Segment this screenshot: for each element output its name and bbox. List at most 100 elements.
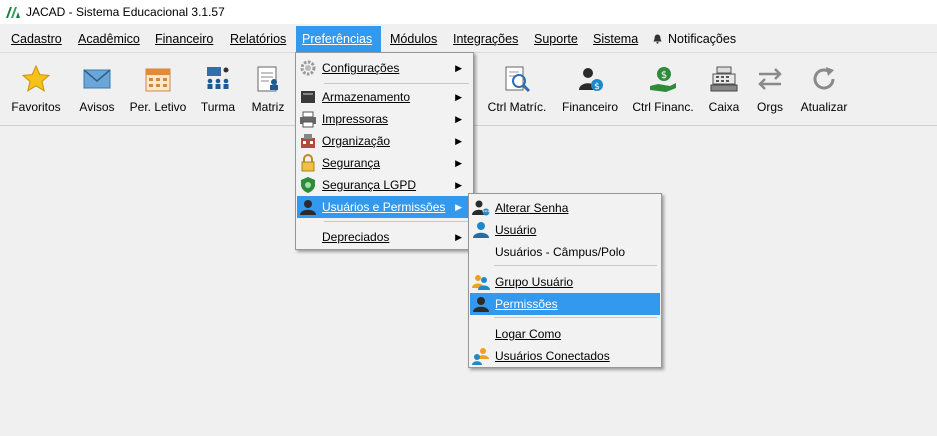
menu-item-usuario-label: Usuário xyxy=(495,223,537,237)
user-money-icon: $ xyxy=(579,68,603,92)
menu-item-grupo-usuario-label: Grupo Usuário xyxy=(495,275,574,289)
toolbar-financeiro-button[interactable]: $ Financeiro xyxy=(558,53,622,125)
toolbar-financeiro-label: Financeiro xyxy=(561,100,619,114)
menu-item-permissoes[interactable]: Permissões xyxy=(470,293,660,315)
toolbar-avisos-button[interactable]: Avisos xyxy=(72,53,122,125)
submenu-arrow-icon: ▶ xyxy=(455,136,462,146)
users-connected-icon xyxy=(472,348,489,365)
building-icon xyxy=(301,134,315,148)
toolbar-turma-button[interactable]: Turma xyxy=(194,53,242,125)
calendar-icon xyxy=(145,68,171,92)
menu-item-seguranca-label: Segurança xyxy=(322,156,381,170)
user-icon xyxy=(473,222,489,238)
menu-separator xyxy=(494,265,657,266)
menu-relatorios[interactable]: Relatórios xyxy=(224,26,292,52)
submenu-arrow-icon: ▶ xyxy=(455,158,462,168)
menu-cadastro[interactable]: Cadastro xyxy=(5,26,68,52)
toolbar-per-letivo-label: Per. Letivo xyxy=(129,100,187,114)
menu-academico[interactable]: Acadêmico xyxy=(72,26,146,52)
menu-item-logar-como-label: Logar Como xyxy=(495,327,562,341)
submenu-arrow-icon: ▶ xyxy=(455,202,462,212)
menu-modulos[interactable]: Módulos xyxy=(384,26,443,52)
menu-item-grupo-usuario[interactable]: Grupo Usuário xyxy=(470,271,660,293)
toolbar-caixa-button[interactable]: Caixa xyxy=(702,53,746,125)
menu-separator xyxy=(324,221,469,222)
menu-item-permissoes-label: Permissões xyxy=(495,297,558,311)
envelope-icon xyxy=(83,69,111,89)
cash-register-icon xyxy=(710,66,738,92)
document-user-icon xyxy=(257,66,278,92)
menu-item-seguranca[interactable]: Segurança ▶ xyxy=(297,152,472,174)
menu-financeiro[interactable]: Financeiro xyxy=(149,26,219,52)
svg-text:$: $ xyxy=(661,70,667,81)
toolbar-ctrl-financ-button[interactable]: $ Ctrl Financ. xyxy=(630,53,696,125)
menu-preferencias-label: Preferências xyxy=(302,32,373,46)
submenu-arrow-icon: ▶ xyxy=(455,63,462,73)
menubar: Cadastro Acadêmico Financeiro Relatórios… xyxy=(0,26,937,53)
menu-suporte-label: Suporte xyxy=(534,32,578,46)
menu-financeiro-label: Financeiro xyxy=(155,32,214,46)
menu-notificacoes-label: Notificações xyxy=(668,32,737,46)
menu-academico-label: Acadêmico xyxy=(78,32,140,46)
menu-separator xyxy=(494,317,657,318)
menu-item-depreciados[interactable]: Depreciados ▶ xyxy=(297,226,472,248)
usuarios-permissoes-submenu: *** Alterar Senha Usuário Usuários - Câm… xyxy=(468,193,662,368)
submenu-arrow-icon: ▶ xyxy=(455,232,462,242)
printer-icon xyxy=(300,111,316,128)
storage-icon xyxy=(301,91,315,103)
toolbar-matriz-button[interactable]: Matriz xyxy=(246,53,290,125)
menu-item-usuarios-conectados-label: Usuários Conectados xyxy=(495,349,610,363)
menu-item-armazenamento[interactable]: Armazenamento ▶ xyxy=(297,86,472,108)
menu-notificacoes[interactable]: Notificações xyxy=(647,26,742,52)
preferencias-dropdown: Configurações ▶ Armazenamento ▶ Impresso… xyxy=(295,52,474,250)
classroom-icon xyxy=(207,67,229,89)
svg-text:$: $ xyxy=(594,82,600,92)
toolbar-per-letivo-button[interactable]: Per. Letivo xyxy=(126,53,190,125)
toolbar-ctrl-financ-label: Ctrl Financ. xyxy=(632,100,694,114)
user-key-icon: *** xyxy=(472,200,490,216)
menu-modulos-label: Módulos xyxy=(390,32,438,46)
menu-item-usuarios-campus[interactable]: Usuários - Câmpus/Polo xyxy=(470,241,660,263)
toolbar-avisos-label: Avisos xyxy=(79,100,115,114)
toolbar-atualizar-button[interactable]: Atualizar xyxy=(796,53,852,125)
menu-item-logar-como[interactable]: Logar Como xyxy=(470,323,660,345)
window-titlebar: JACAD - Sistema Educacional 3.1.57 xyxy=(0,0,937,24)
toolbar-ctrl-matric-button[interactable]: Ctrl Matríc. xyxy=(484,53,550,125)
toolbar-caixa-label: Caixa xyxy=(708,100,740,114)
menu-item-impressoras-label: Impressoras xyxy=(322,112,389,126)
menu-sistema-label: Sistema xyxy=(593,32,639,46)
menu-item-configuracoes-label: Configurações xyxy=(322,61,400,75)
menu-item-usuarios-permissoes[interactable]: Usuários e Permissões ▶ xyxy=(297,196,472,218)
svg-text:***: *** xyxy=(482,210,490,216)
swap-arrows-icon xyxy=(758,68,782,90)
toolbar-matriz-label: Matriz xyxy=(251,100,285,114)
menu-suporte[interactable]: Suporte xyxy=(528,26,584,52)
toolbar-orgs-label: Orgs xyxy=(756,100,783,114)
menu-integracoes-label: Integrações xyxy=(453,32,519,46)
menu-item-configuracoes[interactable]: Configurações ▶ xyxy=(297,57,472,79)
submenu-arrow-icon: ▶ xyxy=(455,114,462,124)
submenu-arrow-icon: ▶ xyxy=(455,92,462,102)
toolbar-favoritos-label: Favoritos xyxy=(11,100,61,114)
gear-icon xyxy=(300,60,316,76)
menu-integracoes[interactable]: Integrações xyxy=(447,26,524,52)
menu-item-usuario[interactable]: Usuário xyxy=(470,219,660,241)
menu-item-usuarios-permissoes-label: Usuários e Permissões xyxy=(322,200,446,214)
menu-relatorios-label: Relatórios xyxy=(230,32,287,46)
toolbar-favoritos-button[interactable]: Favoritos xyxy=(6,53,66,125)
menu-preferencias[interactable]: Preferências xyxy=(296,26,381,52)
toolbar-orgs-button[interactable]: Orgs xyxy=(750,53,790,125)
menu-sistema[interactable]: Sistema xyxy=(587,26,644,52)
menu-item-alterar-senha[interactable]: *** Alterar Senha xyxy=(470,197,660,219)
menu-item-seguranca-lgpd[interactable]: Segurança LGPD ▶ xyxy=(297,174,472,196)
toolbar-ctrl-matric-label: Ctrl Matríc. xyxy=(487,100,547,114)
menu-item-alterar-senha-label: Alterar Senha xyxy=(495,201,569,215)
menu-item-usuarios-conectados[interactable]: Usuários Conectados xyxy=(470,345,660,367)
menu-item-depreciados-label: Depreciados xyxy=(322,230,390,244)
search-document-icon xyxy=(505,66,531,93)
toolbar-atualizar-label: Atualizar xyxy=(800,100,848,114)
menu-separator xyxy=(324,83,469,84)
menu-item-organizacao[interactable]: Organização ▶ xyxy=(297,130,472,152)
window-title: JACAD - Sistema Educacional 3.1.57 xyxy=(26,5,225,19)
menu-item-impressoras[interactable]: Impressoras ▶ xyxy=(297,108,472,130)
